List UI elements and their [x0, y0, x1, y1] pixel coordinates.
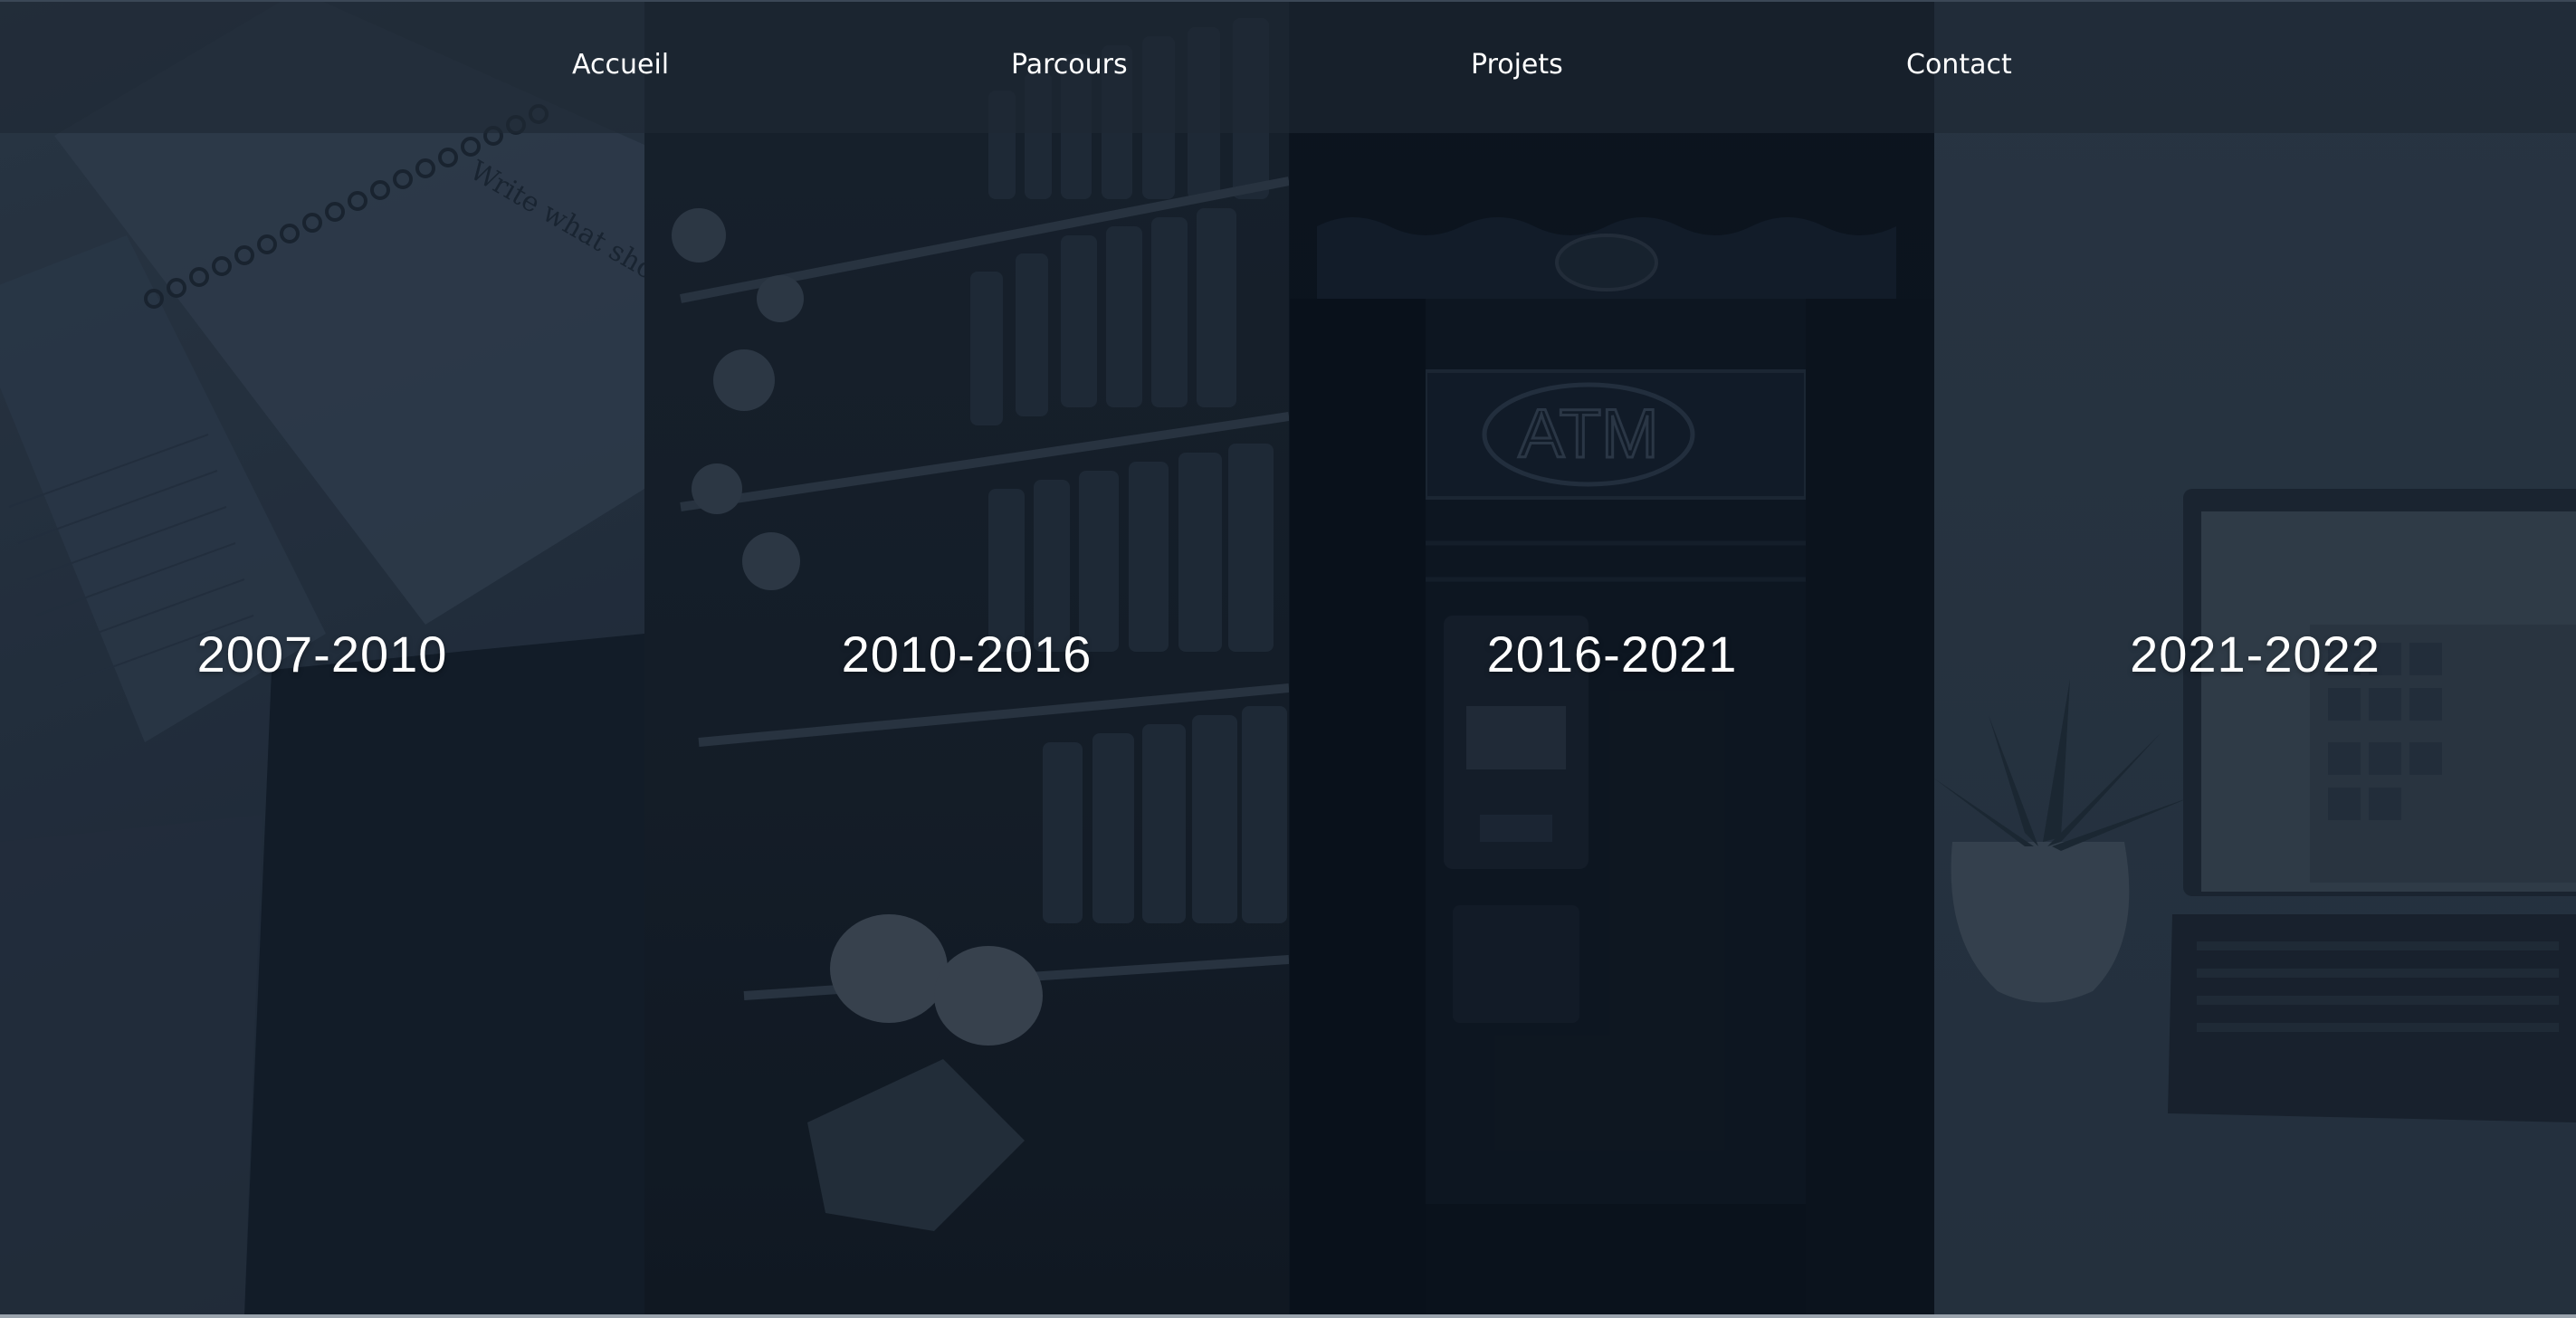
timeline-panel-2010-2016[interactable]: 2010-2016: [644, 0, 1289, 1314]
page: Write what should not be forgotten. 2007…: [0, 0, 2576, 1318]
top-navigation: Accueil Parcours Projets Contact: [0, 0, 2576, 133]
period-label[interactable]: 2007-2010: [0, 625, 644, 683]
nav-link-accueil[interactable]: Accueil: [572, 49, 669, 81]
timeline-panel-2007-2010[interactable]: Write what should not be forgotten. 2007…: [0, 0, 644, 1314]
period-label[interactable]: 2016-2021: [1290, 625, 1934, 683]
period-label[interactable]: 2021-2022: [1934, 625, 2576, 683]
nav-link-contact[interactable]: Contact: [1906, 49, 2012, 81]
nav-link-projets[interactable]: Projets: [1471, 49, 1563, 81]
nav-link-parcours[interactable]: Parcours: [1011, 49, 1128, 81]
timeline-panel-2021-2022[interactable]: 2021-2022: [1934, 0, 2576, 1314]
period-label[interactable]: 2010-2016: [644, 625, 1289, 683]
timeline-panel-2016-2021[interactable]: ATM 2016-2021: [1290, 0, 1934, 1314]
